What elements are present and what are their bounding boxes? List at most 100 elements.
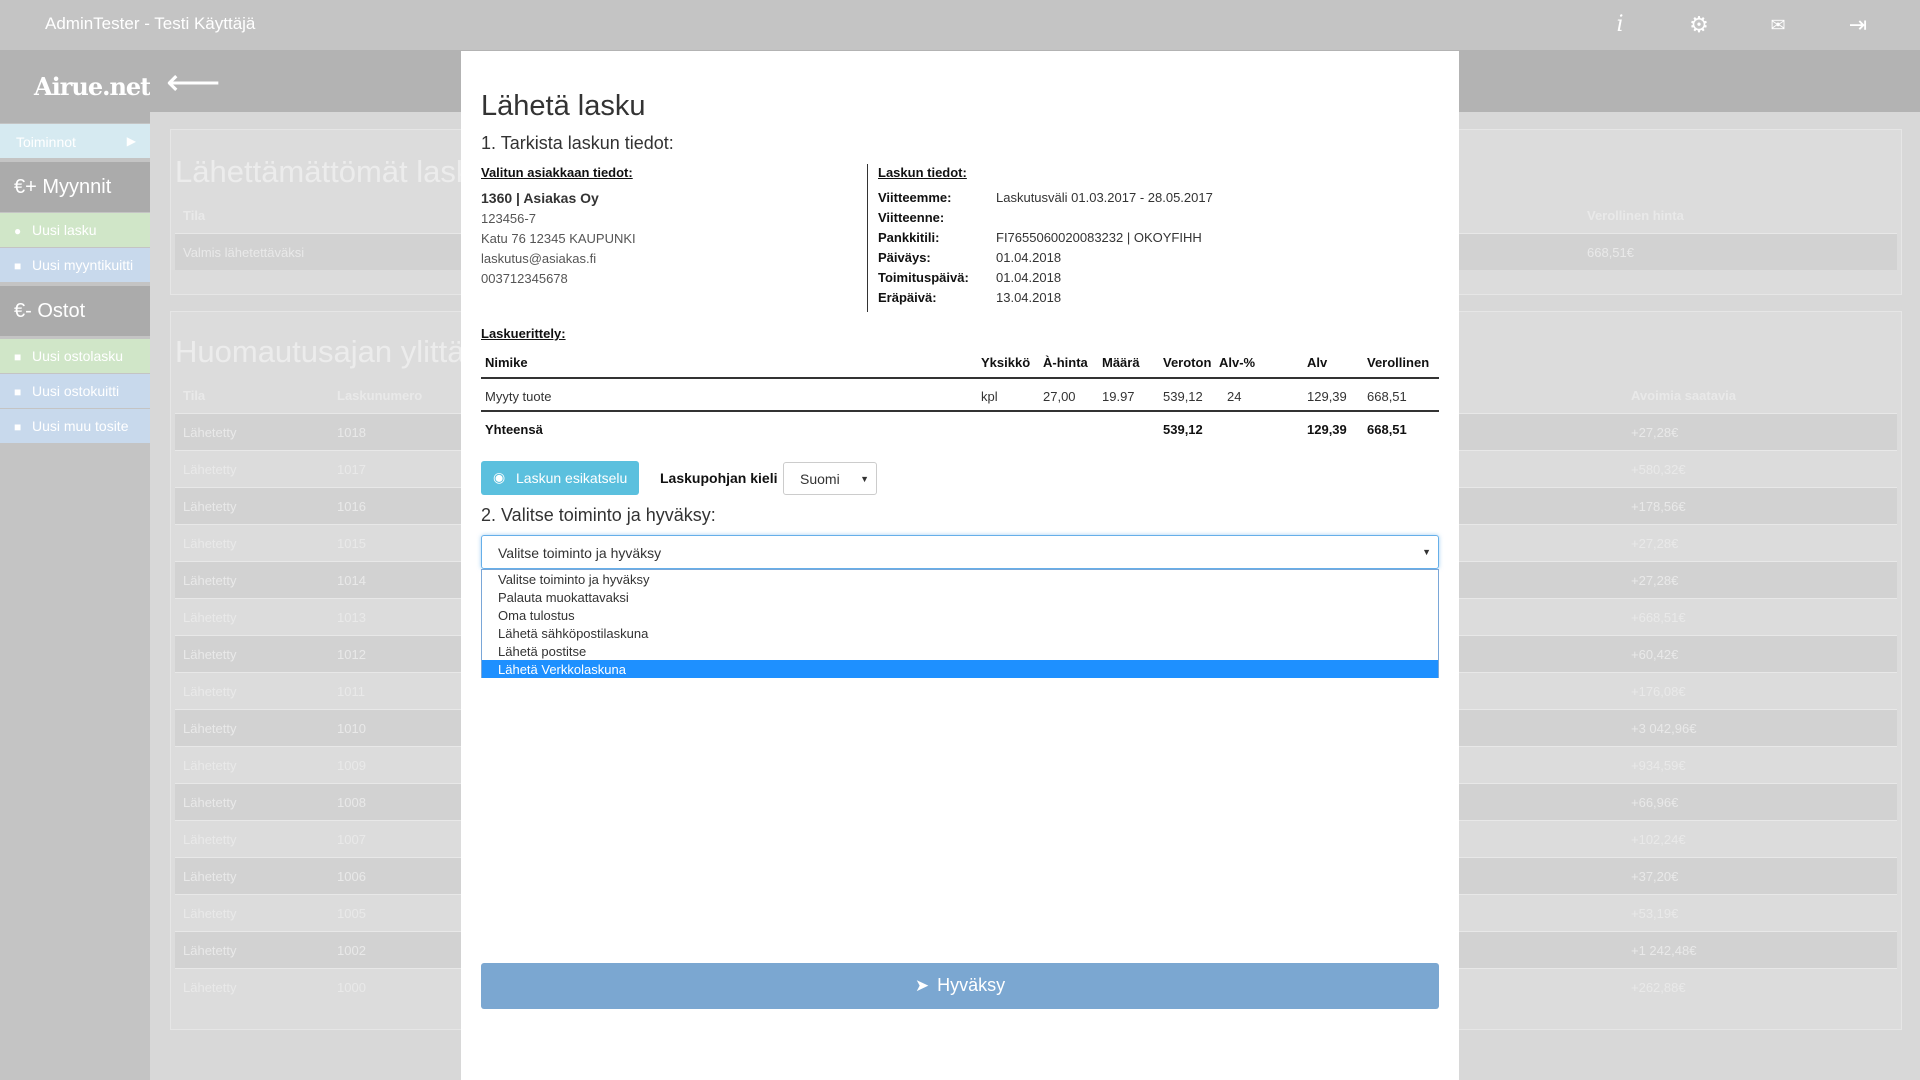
- cell-saatava: +37,20€: [1631, 869, 1679, 884]
- sidebar-item-toiminnot[interactable]: Toiminnot ▶: [0, 124, 150, 158]
- preview-button[interactable]: ◉ Laskun esikatselu: [481, 461, 639, 495]
- sidebar-item-uusi-lasku[interactable]: ● Uusi lasku: [0, 213, 150, 247]
- camera-icon: ■: [14, 420, 22, 434]
- eye-icon: ◉: [493, 469, 506, 485]
- cell-ahinta: 27,00: [1043, 389, 1076, 404]
- cell-nro: 1012: [337, 647, 366, 662]
- total-veroton: 539,12: [1163, 422, 1203, 437]
- back-arrow-icon[interactable]: ⟵: [166, 60, 220, 105]
- action-dropdown-list: Valitse toiminto ja hyväksy Palauta muok…: [481, 569, 1439, 678]
- sidebar-section-ostot[interactable]: €- Ostot: [0, 286, 150, 336]
- cell-saatava: +66,96€: [1631, 795, 1679, 810]
- col-veroton: Veroton: [1163, 355, 1212, 370]
- cell-nro: 1015: [337, 536, 366, 551]
- cell-nro: 1010: [337, 721, 366, 736]
- viitteemme-label: Viitteemme:: [878, 190, 952, 205]
- action-option[interactable]: Lähetä sähköpostilaskuna: [482, 624, 1438, 642]
- sidebar-item-uusi-ostokuitti[interactable]: ■ Uusi ostokuitti: [0, 374, 150, 408]
- action-option[interactable]: Valitse toiminto ja hyväksy: [482, 570, 1438, 588]
- sidebar-item-label: Uusi ostolasku: [32, 348, 124, 364]
- customer-address: Katu 76 12345 KAUPUNKI: [481, 231, 636, 246]
- cell-tila: Lähetetty: [183, 425, 237, 440]
- panel-title: Huomautusajan ylittän: [175, 334, 482, 369]
- customer-phone: 003712345678: [481, 271, 568, 286]
- cell-maara: 19.97: [1102, 389, 1135, 404]
- step2-heading: 2. Valitse toiminto ja hyväksy:: [481, 505, 716, 525]
- table-row: Myyty tuote kpl 27,00 19.97 539,12 24 12…: [481, 379, 1439, 412]
- camera-icon: ■: [14, 385, 22, 399]
- modal-title: Lähetä lasku: [481, 90, 646, 122]
- sidebar-section-myynnit[interactable]: €+ Myynnit: [0, 162, 150, 212]
- cell-tila: Lähetetty: [183, 795, 237, 810]
- logo-text: Airue.net: [34, 72, 151, 101]
- divider: [867, 164, 868, 312]
- sidebar-item-uusi-muu-tosite[interactable]: ■ Uusi muu tosite: [0, 409, 150, 443]
- caret-down-icon: ▼: [1422, 547, 1431, 557]
- total-alv: 129,39: [1307, 422, 1347, 437]
- column-header-tila: Tila: [183, 208, 206, 223]
- action-select[interactable]: Valitse toiminto ja hyväksy ▼: [481, 535, 1439, 569]
- cell-tila: Lähetetty: [183, 943, 237, 958]
- sidebar-item-label: Toiminnot: [16, 134, 76, 150]
- customer-heading: Valitun asiakkaan tiedot:: [481, 165, 633, 180]
- sidebar-item-uusi-ostolasku[interactable]: ■ Uusi ostolasku: [0, 339, 150, 373]
- caret-down-icon: ▼: [860, 474, 869, 484]
- top-bar: AdminTester - Testi Käyttäjä i ⚙ ✉ ⇥: [0, 0, 1920, 50]
- user-title: AdminTester - Testi Käyttäjä: [45, 14, 256, 33]
- sidebar-item-uusi-myyntikuitti[interactable]: ■ Uusi myyntikuitti: [0, 248, 150, 282]
- cell-saatava: +176,08€: [1631, 684, 1686, 699]
- cell-saatava: +27,28€: [1631, 425, 1679, 440]
- cell-nimike: Myyty tuote: [485, 389, 552, 404]
- cell-nro: 1017: [337, 462, 366, 477]
- cell-tila: Lähetetty: [183, 462, 237, 477]
- total-label: Yhteensä: [485, 422, 543, 437]
- sidebar: Airue.net Toiminnot ▶ €+ Myynnit ● Uusi l…: [0, 50, 151, 1080]
- col-nimike: Nimike: [485, 355, 528, 370]
- cell-tila: Lähetetty: [183, 980, 237, 995]
- mail-icon[interactable]: ✉: [1765, 12, 1791, 38]
- cell-saatava: +3 042,96€: [1631, 721, 1697, 736]
- cell-tila: Lähetetty: [183, 721, 237, 736]
- cell-saatava: +27,28€: [1631, 536, 1679, 551]
- column-header-avoimia: Avoimia saatavia: [1631, 388, 1737, 403]
- lang-select[interactable]: Suomi ▼: [783, 462, 877, 495]
- approve-button-label: Hyväksy: [937, 975, 1006, 995]
- items-heading: Laskuerittely:: [481, 326, 566, 341]
- cell-saatava: +668,51€: [1631, 610, 1686, 625]
- cell-tila: Lähetetty: [183, 758, 237, 773]
- cell-tila: Lähetetty: [183, 684, 237, 699]
- cell-saatava: +53,19€: [1631, 906, 1679, 921]
- panel-title: Lähettämättömät lask: [175, 154, 472, 189]
- cell-saatava: +580,32€: [1631, 462, 1686, 477]
- cell-tila: Lähetetty: [183, 536, 237, 551]
- info-icon[interactable]: i: [1607, 12, 1633, 38]
- camera-icon: ■: [14, 350, 22, 364]
- col-maara: Määrä: [1102, 355, 1140, 370]
- cell-verollinen: 668,51: [1367, 389, 1407, 404]
- action-option[interactable]: Lähetä postitse: [482, 642, 1438, 660]
- cell-saatava: +102,24€: [1631, 832, 1686, 847]
- action-option-selected[interactable]: Lähetä Verkkolaskuna: [482, 660, 1438, 678]
- customer-name: 1360 | Asiakas Oy: [481, 190, 599, 206]
- cell-nro: 1000: [337, 980, 366, 995]
- cell-tila: Lähetetty: [183, 573, 237, 588]
- cell-saatava: +262,88€: [1631, 980, 1686, 995]
- cell-nro: 1014: [337, 573, 366, 588]
- cell-tila: Lähetetty: [183, 869, 237, 884]
- chevron-right-icon: ▶: [126, 134, 136, 148]
- action-option[interactable]: Oma tulostus: [482, 606, 1438, 624]
- cell-saatava: +934,59€: [1631, 758, 1686, 773]
- cell-tila: Valmis lähetettäväksi: [183, 245, 305, 260]
- logo[interactable]: Airue.net: [0, 50, 151, 123]
- action-option[interactable]: Palauta muokattavaksi: [482, 588, 1438, 606]
- cell-saatava: +27,28€: [1631, 573, 1679, 588]
- paper-plane-icon: ➤: [914, 976, 930, 995]
- sidebar-item-label: Uusi lasku: [32, 222, 97, 238]
- approve-button[interactable]: ➤ Hyväksy: [481, 963, 1439, 1009]
- preview-button-label: Laskun esikatselu: [516, 470, 628, 486]
- viitteenne-label: Viitteenne:: [878, 210, 945, 225]
- cell-nro: 1009: [337, 758, 366, 773]
- erapaiva-label: Eräpäivä:: [878, 290, 937, 305]
- gear-icon[interactable]: ⚙: [1686, 12, 1712, 38]
- logout-icon[interactable]: ⇥: [1845, 12, 1871, 38]
